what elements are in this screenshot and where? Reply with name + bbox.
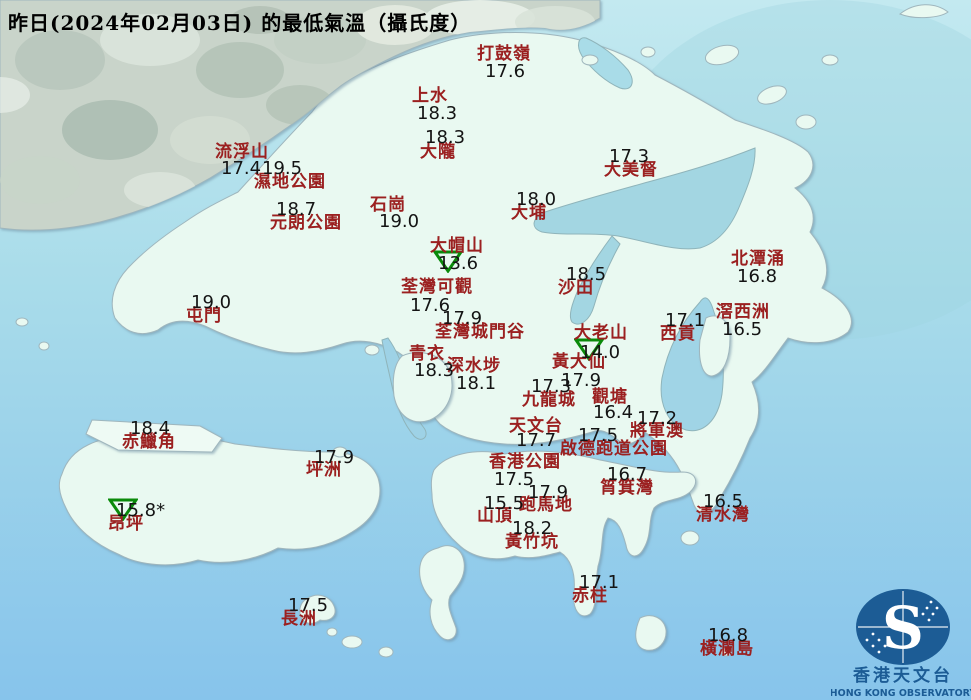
logo-s-glyph: S <box>882 594 924 662</box>
stations-layer: 17.6 打鼓嶺 18.3 上水 18.3 大隴 17.4 流浮山 19.5 濕地公園 18.7 元朗… <box>0 0 971 700</box>
station-value: 18.1 <box>456 373 497 394</box>
station-value: 15.8* <box>116 500 166 521</box>
page-title: 昨日(2024年02月03日) 的最低氣溫（攝氏度） <box>8 11 472 35</box>
station-value: 17.9 <box>314 447 355 468</box>
station-value: 17.2 <box>637 408 678 429</box>
station-name: 大老山 <box>574 323 628 343</box>
station-value: 18.5 <box>566 264 607 285</box>
station-value: 17.9 <box>442 308 483 329</box>
station-value: 19.0 <box>379 211 420 232</box>
station-value: 16.8 <box>708 625 749 646</box>
station-value: 18.7 <box>276 199 317 220</box>
min-temperature-map: 昨日(2024年02月03日) 的最低氣溫（攝氏度） 17.6 打鼓嶺 18.3 上水… <box>0 0 971 700</box>
station-value: 18.0 <box>516 189 557 210</box>
station-value: 19.5 <box>262 158 303 179</box>
station-value: 17.5 <box>288 595 329 616</box>
station-value: 17.1 <box>665 310 706 331</box>
station-value: 18.4 <box>130 418 171 439</box>
station-value: 16.7 <box>607 464 648 485</box>
station-value: 18.3 <box>417 103 458 124</box>
station-value: 17.1 <box>579 572 620 593</box>
station-value: 17.3 <box>609 146 650 167</box>
station-value: 13.6 <box>438 253 479 274</box>
station-name: 荃灣可觀 <box>401 277 473 297</box>
station-value: 17.7 <box>516 430 557 451</box>
station-value: 17.3 <box>531 376 572 397</box>
station-value: 18.3 <box>414 360 455 381</box>
station-value: 16.4 <box>593 402 634 423</box>
station-value: 16.8 <box>737 266 778 287</box>
station-value: 19.0 <box>191 292 232 313</box>
station-value: 17.5 <box>578 425 619 446</box>
station-value: 15.5 <box>484 493 525 514</box>
station-value: 17.4 <box>221 158 262 179</box>
logo-chinese-name: 香港天文台 <box>853 665 953 686</box>
station-value: 16.5 <box>722 319 763 340</box>
hko-logo: S 香港天文台 HONG KONG OBSERVATORY <box>831 589 971 699</box>
station-value: 18.2 <box>512 518 553 539</box>
logo-english-name: HONG KONG OBSERVATORY <box>831 688 971 699</box>
station-value: 17.6 <box>485 61 526 82</box>
station-value: 16.5 <box>703 491 744 512</box>
station-value: 17.9 <box>528 482 569 503</box>
station-value: 18.3 <box>425 127 466 148</box>
station-value: 14.0 <box>580 342 621 363</box>
